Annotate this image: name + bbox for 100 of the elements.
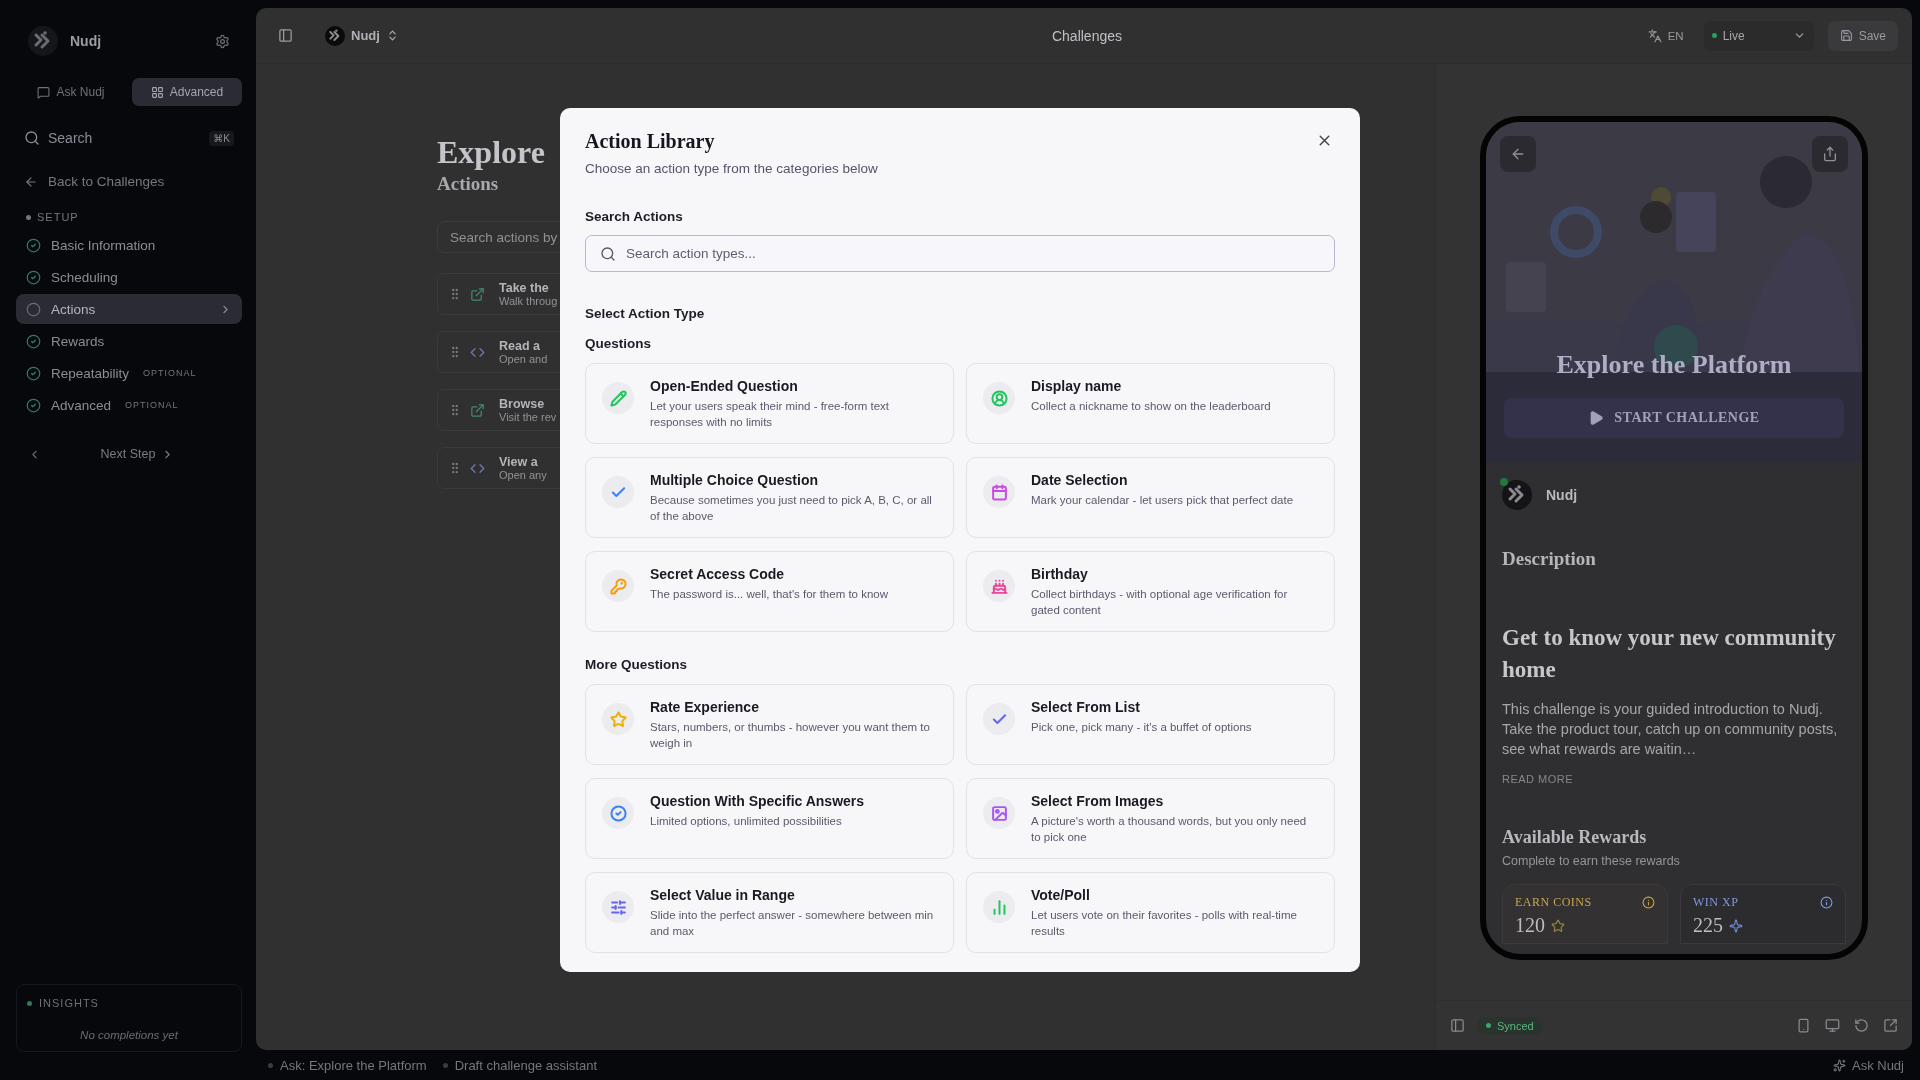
monitor-icon	[1825, 1018, 1840, 1033]
action-type-card[interactable]: Vote/Poll Let users vote on their favorites - polls with real-time results	[966, 872, 1335, 953]
external-link-icon	[470, 286, 485, 302]
action-type-title: Select From Images	[1031, 793, 1165, 809]
brand-name: Nudj	[1546, 487, 1578, 503]
action-type-description: Mark your calendar - let users pick that perfect date	[1031, 493, 1294, 508]
desktop-view-button[interactable]	[1823, 1016, 1842, 1035]
rotate-icon	[1854, 1018, 1869, 1033]
action-type-title: Vote/Poll	[1031, 887, 1091, 903]
action-type-title: Date Selection	[1031, 472, 1129, 488]
step-label: Advanced	[51, 397, 112, 413]
action-type-description: Pick one, pick many - it's a buffet of options	[1031, 720, 1252, 735]
category-title: More Questions	[585, 657, 688, 672]
settings-icon	[215, 33, 230, 49]
shortcut-hint: ⌘K	[209, 130, 234, 146]
search-field[interactable]: Search	[48, 130, 202, 146]
action-description: Visit the rev	[499, 411, 557, 423]
action-type-card[interactable]: Question With Specific Answers Limited options, unlimited possibilities	[585, 778, 954, 859]
status-text: Ask: Explore the Platform	[280, 1057, 427, 1073]
panel-toggle-button[interactable]	[1448, 1016, 1467, 1035]
reward-value: 225	[1693, 914, 1723, 938]
dialog-subtitle: Choose an action type from the categories below	[585, 161, 878, 176]
status-dot	[442, 1062, 448, 1068]
mode-tab[interactable]: Ask Nudj	[16, 78, 126, 106]
back-link[interactable]: Back to Challenges	[16, 174, 242, 189]
nudj-logo	[28, 26, 58, 56]
section-heading: Actions	[437, 173, 499, 195]
action-type-description: Collect birthdays - with optional age verification for gated content	[1031, 587, 1289, 618]
panel-icon	[278, 28, 293, 43]
action-type-card[interactable]: Select Value in Range Slide into the perfect answer - somewhere between min and max	[585, 872, 954, 953]
search-field[interactable]: Search action types...	[585, 235, 1335, 272]
step-label: Actions	[51, 301, 96, 317]
action-type-description: Slide into the perfect answer - somewhere between min and max	[650, 908, 935, 939]
sparkles-icon	[1832, 1058, 1846, 1072]
arrow-left-icon	[1510, 146, 1526, 162]
field-label: Search Actions	[585, 209, 684, 224]
action-type-card[interactable]: Multiple Choice Question Because sometimes you just need to pick A, B, C, or all of the above	[585, 457, 954, 538]
step-item[interactable]: Actions	[16, 294, 242, 324]
action-type-card[interactable]: Secret Access Code The password is... well, that's for them to know	[585, 551, 954, 632]
challenge-title: Explore	[437, 134, 545, 171]
chat-icon	[37, 85, 51, 99]
action-title: Take the	[499, 281, 550, 295]
step-item[interactable]: Scheduling	[16, 262, 242, 292]
status-dot	[1486, 1023, 1491, 1028]
next-step-button[interactable]: Next Step	[43, 446, 232, 462]
nudj-logo	[1502, 480, 1532, 510]
sidebar-toggle-button[interactable]	[276, 26, 295, 45]
start-challenge-button[interactable]: START CHALLENGE	[1504, 398, 1844, 438]
play-icon	[1588, 410, 1605, 426]
action-type-description: Let users vote on their favorites - polls with real-time results	[1031, 908, 1298, 939]
action-type-card[interactable]: Birthday Collect birthdays - with optional age verification for gated content	[966, 551, 1335, 632]
headline: Get to know your new community home	[1502, 624, 1837, 685]
optional-label: OPTIONAL	[143, 368, 197, 378]
save-button[interactable]: Save	[1827, 20, 1898, 51]
brand-name: Nudj	[70, 33, 103, 49]
action-type-title: Display name	[1031, 378, 1123, 394]
status-select[interactable]: Live	[1703, 20, 1814, 51]
action-type-title: Open-Ended Question	[650, 378, 799, 394]
empty-message: No completions yet	[79, 1029, 180, 1041]
action-type-title: Select Value in Range	[650, 887, 796, 903]
panel-icon	[1450, 1018, 1465, 1033]
section-title: SETUP	[37, 211, 79, 223]
step-item[interactable]: Repeatability OPTIONAL	[16, 358, 242, 388]
rewards-heading: Available Rewards	[1502, 827, 1647, 849]
language-button[interactable]: EN	[1641, 27, 1690, 44]
action-type-description: Collect a nickname to show on the leaderboard	[1031, 399, 1271, 414]
read-more-link[interactable]: READ MORE	[1502, 773, 1574, 786]
action-type-card[interactable]: Date Selection Mark your calendar - let users pick that perfect date	[966, 457, 1335, 538]
action-title: View a	[499, 455, 539, 469]
action-type-card[interactable]: Select From List Pick one, pick many - it's a buffet of options	[966, 684, 1335, 765]
share-icon	[1822, 146, 1838, 162]
action-type-card[interactable]: Select From Images A picture's worth a thousand words, but you only need to pick one	[966, 778, 1335, 859]
section-dot	[26, 214, 31, 220]
step-item[interactable]: Advanced OPTIONAL	[16, 390, 242, 420]
reset-button[interactable]	[1852, 1016, 1871, 1035]
step-label: Basic Information	[51, 237, 156, 253]
action-type-card[interactable]: Rate Experience Stars, numbers, or thumbs - however you want them to weigh in	[585, 684, 954, 765]
info-icon	[1642, 896, 1655, 910]
action-description: Open any	[499, 469, 547, 481]
action-type-description: Stars, numbers, or thumbs - however you want them to weigh in	[650, 720, 931, 751]
action-type-card[interactable]: Open-Ended Question Let your users speak their mind - free-form text responses with no limits	[585, 363, 954, 444]
reward-label: EARN COINS	[1515, 895, 1592, 911]
share-button[interactable]	[1812, 136, 1848, 172]
ask-button[interactable]: Ask Nudj	[1826, 1056, 1910, 1074]
translate-icon	[1647, 28, 1662, 43]
step-item[interactable]: Rewards	[16, 326, 242, 356]
action-type-card[interactable]: Display name Collect a nickname to show on the leaderboard	[966, 363, 1335, 444]
action-title: Read a	[499, 339, 541, 353]
save-icon	[1839, 29, 1853, 42]
reward-label: WIN XP	[1693, 895, 1739, 911]
open-external-button[interactable]	[1881, 1016, 1900, 1035]
sync-badge: Synced	[1477, 1016, 1543, 1035]
step-label: Scheduling	[51, 269, 118, 285]
reward-value: 120	[1515, 914, 1545, 938]
back-button[interactable]	[1500, 136, 1536, 172]
grid-icon	[150, 85, 164, 99]
action-type-description: Let your users speak their mind - free-form text responses with no limits	[650, 399, 891, 430]
step-item[interactable]: Basic Information	[16, 230, 242, 260]
mode-tab[interactable]: Advanced	[132, 78, 242, 106]
workspace-switcher[interactable]: Nudj	[319, 24, 405, 47]
